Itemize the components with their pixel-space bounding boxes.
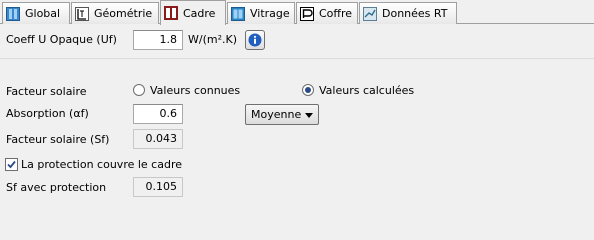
glazing-icon [231,6,245,21]
sf-protection-label: Sf avec protection [6,181,107,194]
radio-calculated-values[interactable] [302,84,314,96]
checkmark-icon [7,160,16,169]
sf-label: Facteur solaire (Sf) [6,133,110,146]
absorption-label: Absorption (αf) [6,107,89,120]
tab-rt-data[interactable]: Données RT [359,2,457,24]
absorption-level-dropdown[interactable]: Moyenne [245,104,319,125]
tab-frame[interactable]: Cadre [160,0,226,25]
radio-known-values[interactable] [133,84,145,96]
tab-label: Global [25,7,61,20]
tab-geometry[interactable]: Géométrie [71,2,159,24]
solar-factor-label: Facteur solaire [6,85,87,98]
tab-glazing[interactable]: Vitrage [227,2,295,24]
sf-value: 0.043 [133,129,183,149]
geometry-icon [75,6,89,21]
sf-protection-value: 0.105 [133,177,183,197]
coeff-label: Coeff U Opaque (Uf) [6,33,117,46]
section-divider [0,58,594,59]
radio-known-label[interactable]: Valeurs connues [150,84,240,97]
tab-label: Géométrie [94,7,153,20]
absorption-input[interactable]: 0.6 [133,104,183,124]
protection-checkbox[interactable] [5,158,18,171]
info-button[interactable] [245,30,265,50]
tab-label: Coffre [319,7,353,20]
radio-calculated-label[interactable]: Valeurs calculées [319,84,414,97]
coeff-uf-input[interactable]: 1.8 [133,30,183,50]
chevron-down-icon [305,113,313,118]
tab-label: Cadre [183,6,216,20]
tab-global[interactable]: Global [2,2,70,24]
info-icon [248,33,262,47]
box-icon [300,6,314,21]
rt-data-icon [363,6,377,21]
tab-label: Données RT [382,7,448,20]
dropdown-value: Moyenne [251,108,302,121]
coeff-unit: W/(m².K) [188,33,238,46]
tab-box[interactable]: Coffre [296,2,358,24]
tab-bar: Global Géométrie Cadre Vitrage Coffre Do… [0,0,594,25]
protection-label[interactable]: La protection couvre le cadre [21,158,182,171]
frame-icon [164,6,178,20]
tab-label: Vitrage [250,7,290,20]
global-icon [6,6,20,21]
